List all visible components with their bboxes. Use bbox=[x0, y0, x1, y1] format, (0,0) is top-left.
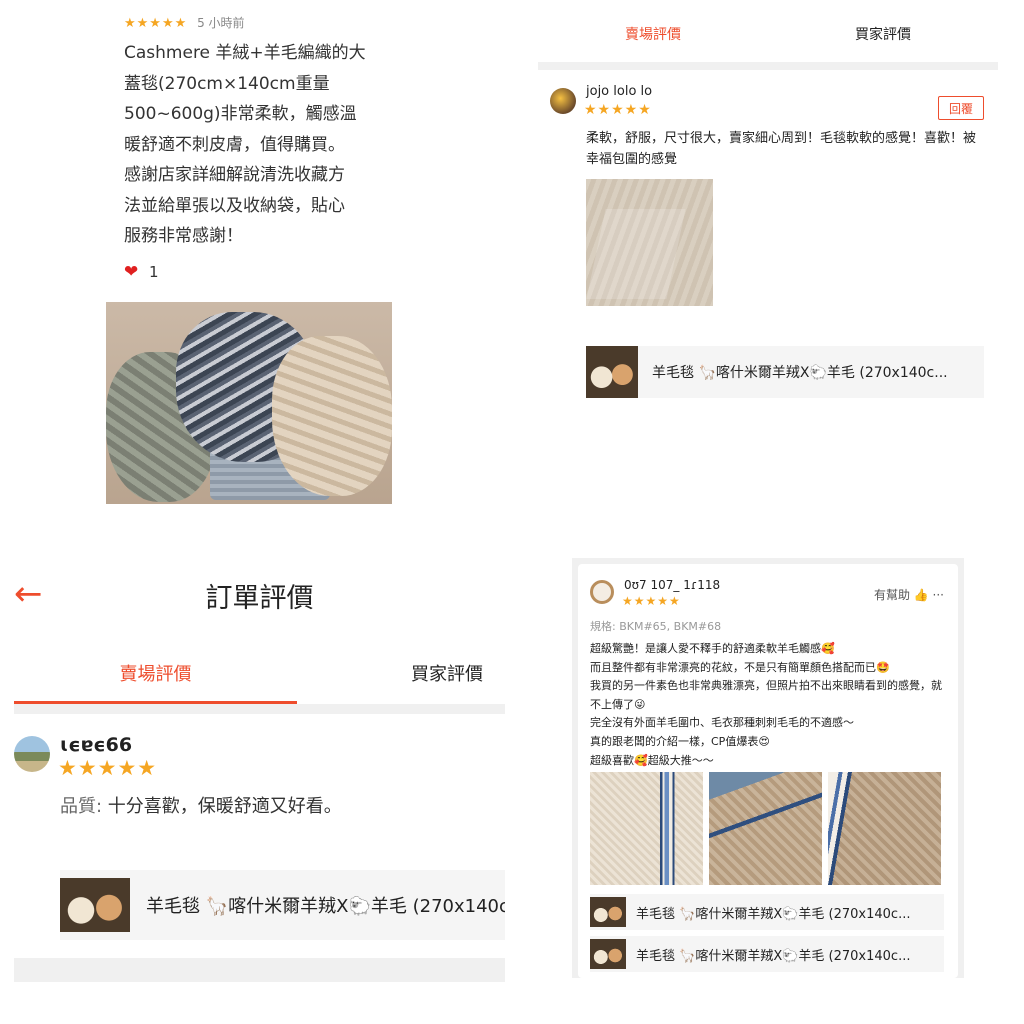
review-tabs: 賣場評價 買家評價 bbox=[538, 4, 998, 66]
review-card: 0ʊ7 107_ 1ɾ118 ★★★★★ 有幫助 👍 ··· 規格: BKM#6… bbox=[578, 564, 958, 978]
review-panel-bottom-right: 0ʊ7 107_ 1ɾ118 ★★★★★ 有幫助 👍 ··· 規格: BKM#6… bbox=[572, 558, 964, 978]
tab-shop-reviews[interactable]: 賣場評價 bbox=[538, 4, 768, 64]
review-photo[interactable] bbox=[586, 179, 713, 306]
review-time: 5 小時前 bbox=[197, 16, 245, 30]
product-name: 羊毛毯 🦙喀什米爾羊羢X🐑羊毛 (270x140c... bbox=[636, 906, 911, 922]
rating-stars: ★★★★★ bbox=[584, 102, 652, 118]
like-button[interactable]: ❤ 1 bbox=[124, 262, 159, 282]
review-panel-bottom-left: ← 訂單評價 賣場評價 買家評價 ɩϵɐϵ66 ★★★★★ 品質: 十分喜歡，保… bbox=[14, 564, 505, 982]
avatar[interactable] bbox=[550, 88, 576, 114]
product-link[interactable]: 羊毛毯 🦙喀什米爾羊羢X🐑羊毛 (270x140c... bbox=[590, 936, 944, 972]
review-photo[interactable] bbox=[828, 772, 941, 885]
bottom-divider bbox=[14, 958, 505, 982]
tab-shop-reviews[interactable]: 賣場評價 bbox=[14, 642, 297, 704]
heart-icon: ❤ bbox=[124, 262, 139, 282]
review-text: 超級驚艷！是讓人愛不釋手的舒適柔軟羊毛觸感🥰 而且整件都有非常漂亮的花紋，不是只… bbox=[590, 642, 942, 767]
divider bbox=[538, 62, 998, 70]
review-panel-top-left: ★★★★★ 5 小時前 Cashmere 羊絨+羊毛編織的大 蓋毯(270cm×… bbox=[104, 8, 404, 508]
page-title: 訂單評價 bbox=[205, 583, 314, 614]
review-photo[interactable] bbox=[709, 772, 822, 885]
username[interactable]: ɩϵɐϵ66 bbox=[60, 734, 132, 756]
product-thumbnail bbox=[590, 939, 626, 969]
review-photo[interactable] bbox=[106, 302, 392, 504]
quality-label: 品質: bbox=[60, 796, 103, 817]
product-link[interactable]: 羊毛毯 🦙喀什米爾羊羢X🐑羊毛 (270x140c... bbox=[590, 894, 944, 930]
review-panel-top-right: 賣場評價 買家評價 jojo lolo lo ★★★★★ 回覆 柔軟，舒服，尺寸… bbox=[538, 4, 998, 474]
helpful-button[interactable]: 有幫助 👍 ··· bbox=[874, 586, 944, 603]
product-thumbnail bbox=[60, 878, 130, 932]
avatar[interactable] bbox=[590, 580, 614, 604]
tab-buyer-reviews[interactable]: 買家評價 bbox=[768, 4, 998, 64]
blanket-roll-beige bbox=[272, 336, 392, 496]
quality-text: 十分喜歡，保暖舒適又好看。 bbox=[102, 796, 342, 817]
avatar[interactable] bbox=[14, 736, 50, 772]
tab-buyer-reviews[interactable]: 買家評價 bbox=[297, 642, 505, 704]
product-thumbnail bbox=[590, 897, 626, 927]
product-thumbnail bbox=[586, 346, 638, 398]
product-link[interactable]: 羊毛毯 🦙喀什米爾羊羢X🐑羊毛 (270x140c... bbox=[586, 346, 984, 398]
product-name: 羊毛毯 🦙喀什米爾羊羢X🐑羊毛 (270x140c... bbox=[652, 365, 948, 381]
product-name: 羊毛毯 🦙喀什米爾羊羢X🐑羊毛 (270x140c... bbox=[146, 896, 505, 917]
rating-stars: ★★★★★ bbox=[58, 756, 158, 780]
review-text: Cashmere 羊絨+羊毛編織的大 蓋毯(270cm×140cm重量 500~… bbox=[124, 43, 366, 246]
review-photo[interactable] bbox=[590, 772, 703, 885]
review-tabs: 賣場評價 買家評價 bbox=[14, 642, 505, 704]
like-count: 1 bbox=[149, 263, 159, 281]
variant-spec: 規格: BKM#65, BKM#68 bbox=[590, 620, 722, 633]
username[interactable]: 0ʊ7 107_ 1ɾ118 bbox=[624, 578, 720, 592]
reply-button[interactable]: 回覆 bbox=[938, 96, 984, 120]
product-link[interactable]: 羊毛毯 🦙喀什米爾羊羢X🐑羊毛 (270x140c... bbox=[60, 870, 505, 940]
product-name: 羊毛毯 🦙喀什米爾羊羢X🐑羊毛 (270x140c... bbox=[636, 948, 911, 964]
username[interactable]: jojo lolo lo bbox=[586, 84, 652, 99]
quality-comment: 品質: 十分喜歡，保暖舒適又好看。 bbox=[60, 792, 342, 818]
rating-stars: ★★★★★ bbox=[622, 594, 681, 608]
rating-stars: ★★★★★ bbox=[124, 16, 188, 31]
review-text: 柔軟，舒服，尺寸很大，賣家細心周到！毛毯軟軟的感覺！喜歡！被幸福包圍的感覺 bbox=[586, 131, 977, 167]
review-meta: ★★★★★ 5 小時前 bbox=[124, 14, 245, 31]
divider bbox=[14, 704, 505, 714]
